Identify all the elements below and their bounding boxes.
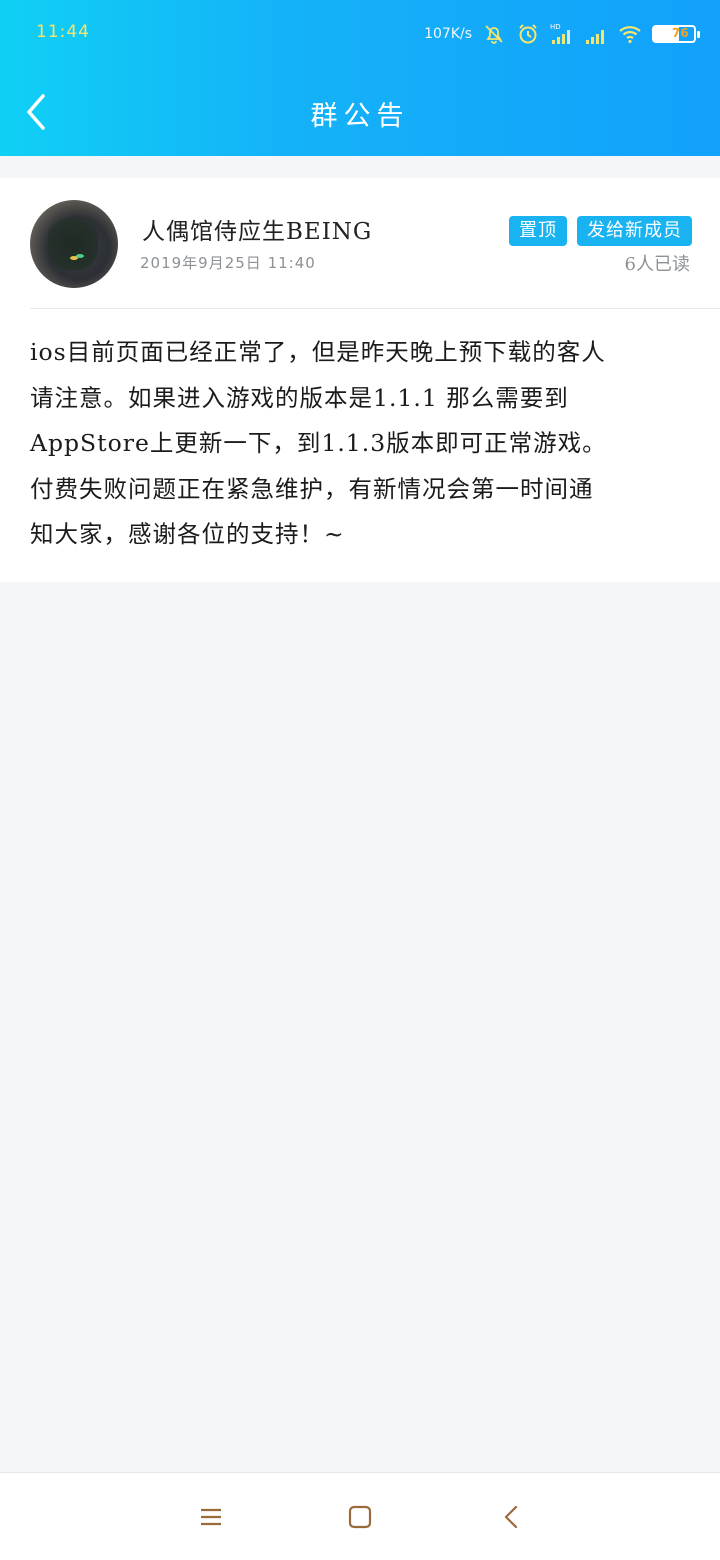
announcement-card: 人偶馆侍应生BEING 2019年9月25日 11:40 置顶 发给新成员 6人… (0, 178, 720, 582)
content-line: AppStore上更新一下，到1.1.3版本即可正常游戏。 (30, 429, 607, 457)
net-speed: 107K/s (424, 26, 472, 42)
system-nav-bar (0, 1472, 720, 1560)
svg-text:HD: HD (550, 23, 561, 31)
menu-icon[interactable] (197, 1503, 225, 1531)
pinned-tag: 置顶 (509, 216, 567, 246)
mute-icon (485, 25, 503, 44)
divider (30, 308, 720, 309)
content-line: 请注意。如果进入游戏的版本是1.1.1 那么需要到 (30, 383, 569, 412)
wifi-icon (619, 26, 641, 44)
read-count[interactable]: 6人已读 (625, 250, 690, 276)
avatar[interactable] (30, 200, 118, 288)
content-line: 付费失败问题正在紧急维护，有新情况会第一时间通 (30, 474, 594, 503)
home-icon[interactable] (346, 1503, 374, 1531)
alarm-icon (519, 24, 537, 44)
battery-icon: 76 (652, 25, 700, 43)
hd-signal-icon: HD (550, 23, 570, 44)
send-to-new-members-tag: 发给新成员 (577, 216, 692, 246)
nav-bar: 群公告 (0, 68, 720, 156)
announcement-content: ios目前页面已经正常了，但是昨天晚上预下载的客人 请注意。如果进入游戏的版本是… (30, 330, 700, 558)
header: 11:44 107K/s HD 76 群公告 (0, 0, 720, 156)
status-time: 11:44 (36, 22, 90, 42)
tag-group: 置顶 发给新成员 (509, 216, 692, 246)
page-title: 群公告 (310, 101, 410, 132)
content-line: ios目前页面已经正常了，但是昨天晚上预下载的客人 (30, 338, 606, 366)
back-icon[interactable] (498, 1503, 526, 1531)
content-line: 知大家，感谢各位的支持！~ (30, 520, 345, 548)
status-icons: 107K/s HD 76 (424, 18, 700, 50)
status-bar: 11:44 107K/s HD 76 (0, 0, 720, 68)
author-name: 人偶馆侍应生BEING (142, 219, 373, 245)
post-time: 2019年9月25日 11:40 (140, 254, 316, 272)
signal-icon (586, 30, 604, 44)
battery-level: 76 (672, 26, 689, 40)
